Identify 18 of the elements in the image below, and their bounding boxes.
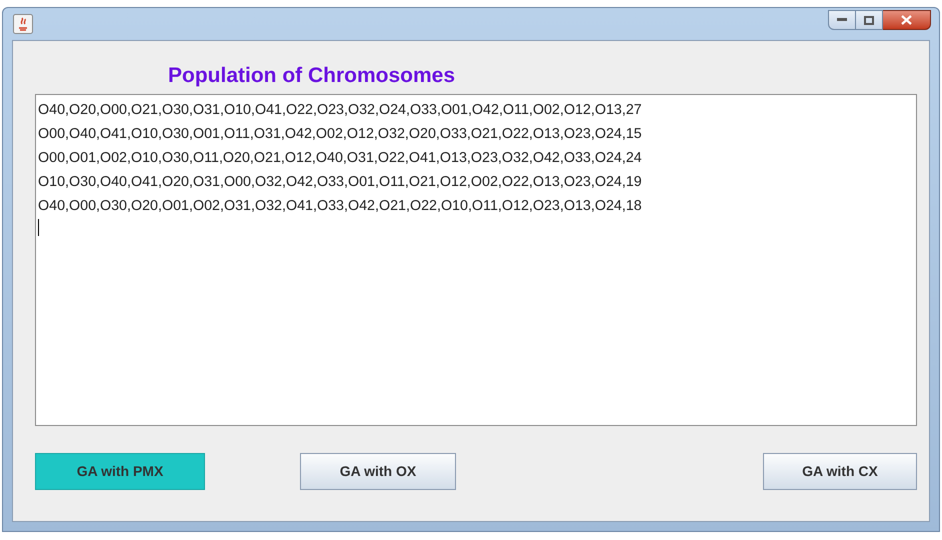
text-area[interactable]	[35, 94, 917, 426]
maximize-icon	[864, 16, 874, 24]
text-line: O00,O40,O41,O10,O30,O01,O11,O31,O42,O02,O12,O32,O20,O33,O21,O22,O13,O23,O24,15	[38, 125, 642, 144]
app-icon[interactable]	[13, 14, 33, 34]
operator-button[interactable]: GA with CX	[763, 453, 917, 490]
maximize-button[interactable]	[856, 10, 883, 30]
text-cursor	[38, 219, 39, 236]
text-line: O40,O00,O30,O20,O01,O02,O31,O32,O41,O33,O42,O21,O22,O10,O11,O12,O23,O13,O24,18	[38, 197, 642, 216]
operator-button[interactable]: GA with PMX	[35, 453, 205, 490]
text-line: O40,O20,O00,O21,O30,O31,O10,O41,O22,O23,O32,O24,O33,O01,O42,O11,O02,O12,O13,27	[38, 101, 642, 120]
text-line: O00,O01,O02,O10,O30,O11,O20,O21,O12,O40,O31,O22,O41,O13,O23,O32,O42,O33,O24,24	[38, 149, 642, 168]
operator-button[interactable]: GA with OX	[300, 453, 456, 490]
text-line: O10,O30,O40,O41,O20,O31,O00,O32,O42,O33,O01,O11,O21,O12,O02,O22,O13,O23,O24,19	[38, 173, 642, 192]
panel-title: Population of Chromosomes	[168, 63, 456, 89]
close-button[interactable]	[883, 10, 931, 30]
minimize-button[interactable]	[828, 10, 856, 30]
minimize-icon	[837, 18, 847, 22]
close-icon	[901, 15, 912, 25]
